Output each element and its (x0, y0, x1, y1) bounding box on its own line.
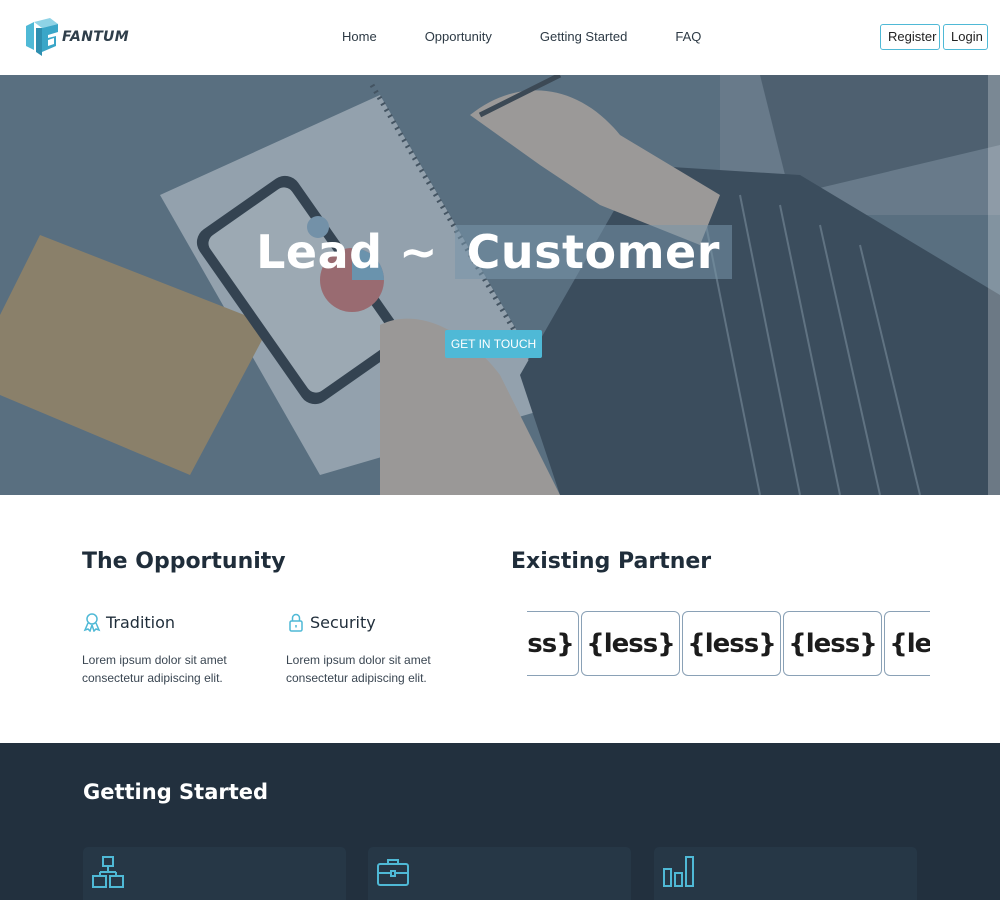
bar-chart-icon (663, 856, 694, 887)
hero-title: Lead ~ Customer (0, 225, 988, 279)
feature-tradition: Tradition Lorem ipsum dolor sit amet con… (82, 612, 262, 687)
hero-overlay (0, 75, 1000, 495)
brand-name: FANTUM (62, 29, 129, 45)
sitemap-icon (92, 856, 124, 888)
award-icon (83, 613, 101, 632)
nav-home[interactable]: Home (342, 29, 377, 44)
getting-started-section: Getting Started (0, 743, 1000, 900)
fantum-logo-icon (26, 18, 58, 56)
opportunity-title: The Opportunity (82, 549, 286, 574)
partner-logo-less[interactable]: {less} (884, 611, 930, 676)
partner-logo-less[interactable]: {less} (527, 611, 579, 676)
register-button[interactable]: Register (880, 24, 940, 50)
lock-icon (289, 613, 303, 632)
getting-started-card[interactable] (368, 847, 631, 900)
brand-logo[interactable]: FANTUM (24, 16, 129, 58)
feature-security: Security Lorem ipsum dolor sit amet cons… (286, 612, 466, 687)
scrollbar[interactable] (988, 75, 1000, 495)
feature-description: Lorem ipsum dolor sit amet consectetur a… (286, 653, 431, 685)
partner-logo-less[interactable]: {less} (783, 611, 882, 676)
nav-opportunity[interactable]: Opportunity (425, 29, 492, 44)
getting-started-card[interactable] (654, 847, 917, 900)
getting-started-title: Getting Started (83, 780, 269, 804)
briefcase-icon (377, 859, 409, 886)
navbar: FANTUM Home Opportunity Getting Started … (0, 0, 1000, 75)
partner-logo-less[interactable]: {less} (682, 611, 781, 676)
feature-description: Lorem ipsum dolor sit amet consectetur a… (82, 653, 227, 685)
hero-title-lead: Lead ~ (256, 225, 455, 279)
getting-started-card[interactable] (83, 847, 346, 900)
nav-faq[interactable]: FAQ (675, 29, 701, 44)
nav-getting-started[interactable]: Getting Started (540, 29, 627, 44)
hero-title-highlight: Customer (454, 225, 732, 279)
feature-name: Security (310, 612, 376, 632)
main-nav: Home Opportunity Getting Started FAQ (342, 29, 749, 44)
partner-logo-less[interactable]: {less} (581, 611, 680, 676)
partner-title: Existing Partner (511, 549, 712, 574)
partner-carousel[interactable]: {less} {less} {less} {less} {less} (527, 611, 930, 676)
hero-banner: Lead ~ Customer GET IN TOUCH (0, 75, 1000, 495)
login-button[interactable]: Login (943, 24, 988, 50)
feature-name: Tradition (106, 612, 176, 632)
get-in-touch-button[interactable]: GET IN TOUCH (445, 330, 542, 358)
